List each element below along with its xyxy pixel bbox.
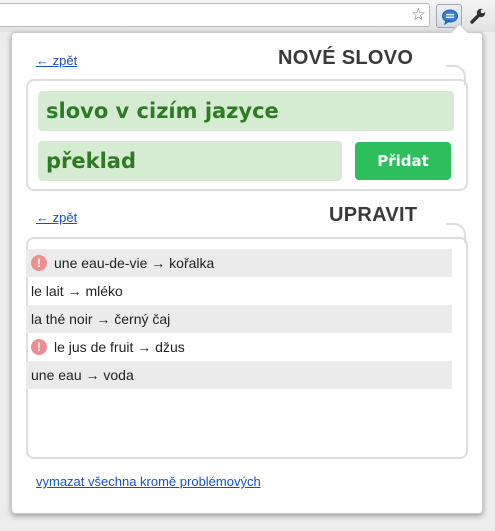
- word-pair: une eau → voda: [31, 367, 134, 383]
- list-item[interactable]: le lait → mléko: [26, 277, 452, 305]
- speech-bubble-icon: [442, 9, 458, 26]
- address-bar[interactable]: ☆: [0, 3, 430, 27]
- word-list-box-tab: [446, 223, 466, 243]
- list-item[interactable]: ! une eau-de-vie → kořalka: [26, 249, 452, 277]
- wrench-icon[interactable]: [469, 7, 487, 25]
- warning-icon: !: [31, 255, 47, 271]
- new-word-box-tab: [446, 65, 466, 85]
- word-pair: le lait → mléko: [31, 283, 123, 299]
- add-button[interactable]: Přidat: [355, 142, 451, 180]
- word-pair: la thé noir → černý čaj: [31, 311, 171, 327]
- list-item[interactable]: ! le jus de fruit → džus: [26, 333, 452, 361]
- foreign-word-input[interactable]: slovo v cizím jazyce: [38, 91, 454, 131]
- new-word-heading: NOVÉ SLOVO: [278, 47, 414, 69]
- word-list: ! une eau-de-vie → kořalka le lait → mlé…: [26, 249, 452, 389]
- translation-input[interactable]: překlad: [38, 141, 342, 181]
- word-pair: une eau-de-vie → kořalka: [54, 255, 215, 271]
- browser-toolbar: ☆: [0, 0, 495, 32]
- warning-icon: !: [31, 339, 47, 355]
- list-item[interactable]: la thé noir → černý čaj: [26, 305, 452, 333]
- word-pair: le jus de fruit → džus: [54, 339, 185, 355]
- clear-except-problem-link[interactable]: vymazat všechna kromě problémových: [36, 474, 261, 489]
- bookmark-star-icon[interactable]: ☆: [411, 5, 426, 25]
- list-item[interactable]: une eau → voda: [26, 361, 452, 389]
- edit-heading: UPRAVIT: [329, 204, 418, 226]
- extension-popup: ← zpět NOVÉ SLOVO slovo v cizím jazyce p…: [11, 23, 483, 514]
- back-link-new-word[interactable]: ← zpět: [36, 53, 77, 68]
- back-link-edit[interactable]: ← zpět: [36, 210, 77, 225]
